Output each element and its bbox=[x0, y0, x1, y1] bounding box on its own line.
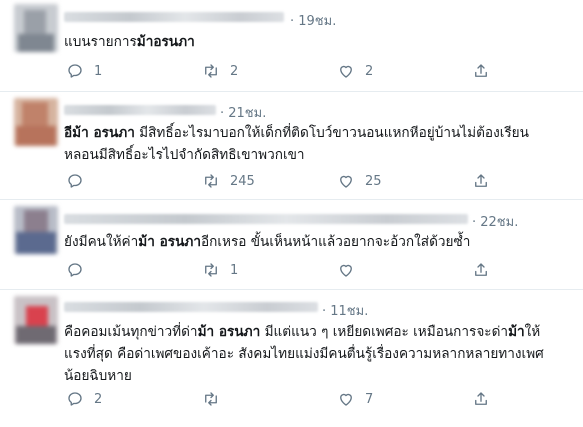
tweet[interactable]: · 19ชม. แบนรายการม้าอรนภา 1 2 2 bbox=[0, 0, 583, 92]
like-count: 25 bbox=[365, 173, 382, 189]
author-name-redacted[interactable] bbox=[64, 12, 284, 22]
tweet-feed: · 19ชม. แบนรายการม้าอรนภา 1 2 2 · 21ชม. bbox=[0, 0, 583, 427]
reply-button[interactable]: 1 bbox=[66, 62, 102, 80]
text-part: หลอนมีสิทธิ์อะไรไปจำกัดสิทธิเขาพวกเขา bbox=[64, 147, 305, 163]
retweet-button[interactable]: 245 bbox=[202, 172, 255, 190]
avatar[interactable] bbox=[14, 296, 58, 344]
avatar[interactable] bbox=[14, 4, 58, 52]
like-button[interactable]: 2 bbox=[337, 62, 373, 80]
author-name-redacted[interactable] bbox=[64, 302, 318, 312]
text-part-bold: ม้าอรนภา bbox=[136, 34, 195, 50]
tweet-text: คือคอมเม้นทุกข่าวที่ด่าม้า อรนภา มีแต่แน… bbox=[64, 321, 571, 387]
share-icon bbox=[475, 263, 487, 276]
share-button[interactable] bbox=[472, 390, 490, 408]
like-count: 7 bbox=[365, 391, 374, 407]
reply-icon bbox=[68, 174, 82, 188]
like-button[interactable]: 7 bbox=[337, 390, 373, 408]
reply-count: 1 bbox=[94, 63, 103, 79]
text-part: แบนรายการ bbox=[64, 34, 137, 50]
reply-button[interactable] bbox=[66, 261, 94, 279]
share-icon bbox=[475, 64, 487, 77]
retweet-button[interactable] bbox=[202, 390, 230, 408]
retweet-count: 245 bbox=[230, 173, 255, 189]
like-button[interactable] bbox=[337, 261, 365, 279]
retweet-icon bbox=[205, 263, 217, 277]
tweet-text: อีม้า อรนภา มีสิทธิ์อะไรมาบอกให้เด็กที่ต… bbox=[64, 122, 571, 166]
author-name-redacted[interactable] bbox=[64, 105, 216, 115]
text-part: แรงที่สุด คือด่าเพศของเค้าอะ สังคมไทยแม่… bbox=[64, 346, 544, 362]
share-icon bbox=[475, 174, 487, 187]
text-part-bold: อีม้า อรนภา bbox=[64, 125, 135, 141]
text-part: น้อยฉิบหาย bbox=[64, 368, 132, 384]
text-part: ยังมีคนให้ค่า bbox=[64, 234, 139, 250]
author-name-redacted[interactable] bbox=[64, 214, 468, 224]
text-part: อีกเหรอ ขั้นเห็นหน้าแล้วอยากจะอ้วกใส่ด้ว… bbox=[200, 234, 471, 250]
retweet-icon bbox=[205, 392, 217, 406]
retweet-icon bbox=[205, 174, 217, 188]
text-part: ให้ bbox=[524, 324, 541, 340]
avatar[interactable] bbox=[14, 98, 58, 146]
tweet[interactable]: · 21ชม. อีม้า อรนภา มีสิทธิ์อะไรมาบอกให้… bbox=[0, 92, 583, 200]
like-icon bbox=[340, 393, 352, 406]
like-count: 2 bbox=[365, 63, 374, 79]
text-part: คือคอมเม้นทุกข่าวที่ด่า bbox=[64, 324, 198, 340]
tweet-time[interactable]: · 11ชม. bbox=[322, 300, 368, 321]
tweet-text: ยังมีคนให้ค่าม้า อรนภาอีกเหรอ ขั้นเห็นหน… bbox=[64, 231, 571, 253]
tweet-time[interactable]: · 22ชม. bbox=[472, 211, 518, 232]
share-button[interactable] bbox=[472, 261, 490, 279]
text-part-bold: ม้า อรนภา bbox=[138, 234, 201, 250]
reply-icon bbox=[68, 64, 82, 78]
text-part-bold: ม้า อรนภา bbox=[197, 324, 261, 340]
reply-icon bbox=[68, 392, 82, 406]
reply-button[interactable]: 2 bbox=[66, 390, 102, 408]
reply-button[interactable] bbox=[66, 172, 94, 190]
retweet-count: 2 bbox=[230, 63, 239, 79]
avatar[interactable] bbox=[14, 206, 58, 254]
retweet-icon bbox=[205, 64, 217, 78]
share-button[interactable] bbox=[472, 62, 490, 80]
tweet[interactable]: · 22ชม. ยังมีคนให้ค่าม้า อรนภาอีกเหรอ ขั… bbox=[0, 200, 583, 290]
retweet-button[interactable]: 1 bbox=[202, 261, 238, 279]
tweet[interactable]: · 11ชม. คือคอมเม้นทุกข่าวที่ด่าม้า อรนภา… bbox=[0, 290, 583, 427]
text-part-bold: ม้า bbox=[508, 324, 525, 340]
retweet-count: 1 bbox=[230, 262, 239, 278]
text-part: มีแต่แนว ๆ เหยียดเพศอะ เหมือนการจะด่า bbox=[260, 324, 509, 340]
retweet-button[interactable]: 2 bbox=[202, 62, 238, 80]
like-icon bbox=[340, 264, 352, 277]
like-icon bbox=[340, 65, 352, 78]
text-part: มีสิทธิ์อะไรมาบอกให้เด็กที่ติดโบว์ขาวนอน… bbox=[134, 125, 529, 141]
like-icon bbox=[340, 175, 352, 188]
tweet-time[interactable]: · 21ชม. bbox=[220, 102, 266, 123]
tweet-time[interactable]: · 19ชม. bbox=[290, 10, 336, 31]
share-icon bbox=[475, 392, 487, 405]
reply-count: 2 bbox=[94, 391, 103, 407]
like-button[interactable]: 25 bbox=[337, 172, 382, 190]
share-button[interactable] bbox=[472, 172, 490, 190]
reply-icon bbox=[68, 263, 82, 277]
tweet-text: แบนรายการม้าอรนภา bbox=[64, 31, 571, 53]
